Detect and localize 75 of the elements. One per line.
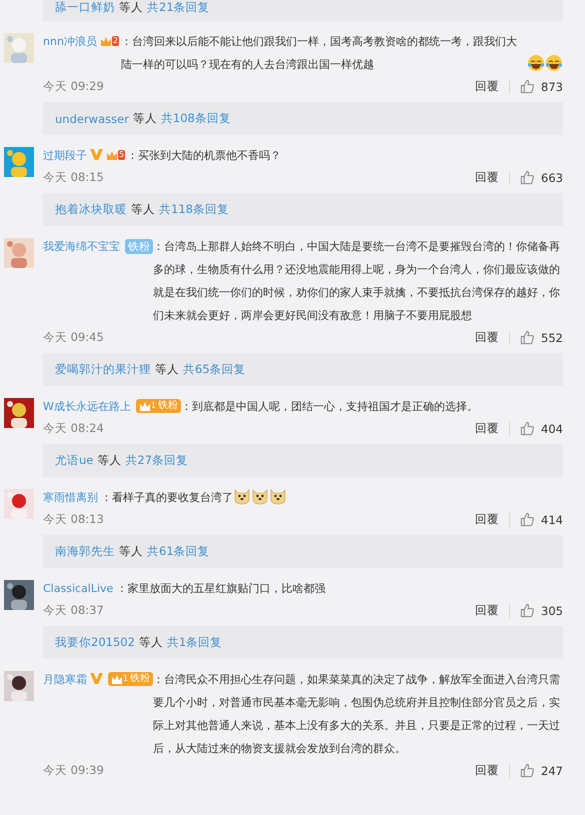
like-count: 873 xyxy=(541,80,563,94)
user-link[interactable]: 尤语ue xyxy=(55,453,94,468)
like-count: 404 xyxy=(541,422,563,436)
others-text: 等人 xyxy=(131,202,155,217)
crown-level-badge: 5 xyxy=(106,149,126,161)
dog-emoji-icon xyxy=(269,487,287,505)
user-link[interactable]: 南海郭先生 xyxy=(55,544,115,559)
comment-text: ：台湾岛上那群人始终不明白，中国大陆是要统一台湾不是要摧毁台湾的！你储备再多的球，生物质有什么用？还没地震能用得上呢，身为一个台湾人，你们最应该做的就是在我们统一你们的时候，劝你们的家人束手就擒，不要抵抗台湾保存的越好，你们未来就会更好，两岸会更好民间没有敌意！用脑子不要用屁股想 xyxy=(153,239,561,324)
like-icon[interactable] xyxy=(520,79,536,94)
reply-link[interactable]: 回覆 xyxy=(475,763,500,778)
like-icon[interactable] xyxy=(520,421,536,436)
user-link[interactable]: 我要你201502 xyxy=(55,635,135,650)
like-count: 414 xyxy=(541,512,563,526)
reply-count-link[interactable]: 共118条回复 xyxy=(159,202,229,217)
comment-time: 今天 08:15 xyxy=(43,170,104,185)
reply-count-link[interactable]: 共27条回复 xyxy=(125,453,188,468)
like-icon[interactable] xyxy=(520,512,536,527)
like-icon[interactable] xyxy=(520,603,536,618)
user-link[interactable]: 舔一口鲜奶 xyxy=(55,0,115,15)
crown-level-badge: 2 xyxy=(100,35,120,47)
others-text: 等人 xyxy=(155,362,179,377)
fan-badge: 铁粉 xyxy=(125,239,153,254)
like-count: 552 xyxy=(541,330,563,344)
like-count: 247 xyxy=(541,764,563,778)
like-icon[interactable] xyxy=(520,763,536,778)
others-text: 等人 xyxy=(138,635,163,650)
user-name-link[interactable]: 过期段子 xyxy=(43,149,87,162)
comment-time: 今天 08:37 xyxy=(43,603,104,618)
comment-time: 今天 09:29 xyxy=(43,79,104,94)
laughing-emoji-icon xyxy=(527,54,545,72)
reply-count-link[interactable]: 共65条回复 xyxy=(183,362,246,377)
comment-text: ：台湾民众不用担心生存问题，如果菜菜真的决定了战争，解放军全面进入台湾只需要几个小时，对普通市民基本毫无影响，包围伪总统府并且控制住部分官员之后，实际上对其他普通人来说，基本上没有多大的关系。并且，只要是正常的过程，一天过后，从大陆过来的物资支援就会发放到台湾的群众。 xyxy=(153,672,562,757)
reply-count-link[interactable]: 共21条回复 xyxy=(147,0,210,15)
user-name-link[interactable]: W成长永远在路上 xyxy=(43,400,131,413)
reply-count-link[interactable]: 共108条回复 xyxy=(160,111,231,126)
fan-level-badge: 1 铁粉 xyxy=(108,672,154,686)
comment-time: 今天 08:13 xyxy=(43,512,104,527)
fan-level-badge: 1 铁粉 xyxy=(136,399,181,413)
comment-text: ：买张到大陆的机票他不香吗？ xyxy=(127,148,282,164)
comment-text: ：家里放面大的五星红旗贴门口，比啥都强 xyxy=(116,581,326,597)
reply-link[interactable]: 回覆 xyxy=(475,421,500,436)
user-link[interactable]: 抱着冰块取暖 xyxy=(55,202,127,217)
others-text: 等人 xyxy=(132,111,157,126)
verified-icon xyxy=(90,149,103,160)
like-icon[interactable] xyxy=(520,330,536,345)
comment-time: 今天 08:24 xyxy=(43,421,104,436)
comment-text: ：到底都是中国人呢，团结一心，支持祖国才是正确的选择。 xyxy=(180,399,478,415)
reply-link[interactable]: 回覆 xyxy=(475,170,500,185)
comment-text: ：看样子真的要收复台湾了 xyxy=(101,490,233,506)
reply-link[interactable]: 回覆 xyxy=(475,330,500,345)
dog-emoji-icon xyxy=(233,487,251,505)
user-link[interactable]: 爱喝郭汁的果汁狸 xyxy=(55,362,151,377)
reply-count-link[interactable]: 共1条回复 xyxy=(166,635,222,650)
others-text: 等人 xyxy=(119,544,143,559)
reply-link[interactable]: 回覆 xyxy=(475,512,500,527)
comment-time: 今天 09:39 xyxy=(43,763,104,778)
verified-icon xyxy=(90,673,103,684)
comment-text: ：台湾回来以后能不能让他们跟我们一样，国考高考教资啥的都统一考，跟我们大陆一样的可以吗？现在有的人去台湾跟出国一样优越 xyxy=(121,34,518,73)
comment-time: 今天 09:45 xyxy=(43,330,104,345)
user-name-link[interactable]: ClassicalLive xyxy=(43,582,114,595)
reply-link[interactable]: 回覆 xyxy=(475,603,500,618)
like-count: 305 xyxy=(541,604,563,618)
others-text: 等人 xyxy=(119,0,143,15)
dog-emoji-icon xyxy=(251,487,269,505)
like-count: 663 xyxy=(541,170,563,184)
user-name-link[interactable]: 寒雨惜离别 xyxy=(43,491,98,504)
user-name-link[interactable]: 我爱海绵不宝宝 xyxy=(43,240,120,253)
user-name-link[interactable]: 月隐寒霜 xyxy=(43,673,87,686)
user-link[interactable]: underwasser xyxy=(55,112,129,126)
like-icon[interactable] xyxy=(520,170,536,185)
reply-link[interactable]: 回覆 xyxy=(475,79,500,94)
reply-count-link[interactable]: 共61条回复 xyxy=(147,544,210,559)
others-text: 等人 xyxy=(97,453,122,468)
laughing-emoji-icon xyxy=(545,54,563,72)
user-name-link[interactable]: nnn冲浪员 xyxy=(43,35,97,48)
